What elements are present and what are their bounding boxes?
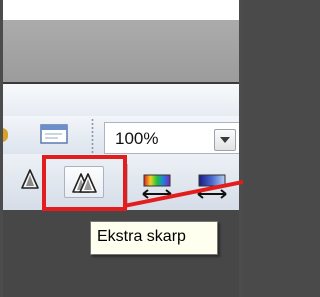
app-window: 100% Ekstra skarp bbox=[0, 0, 243, 297]
tooltip-text: Ekstra skarp bbox=[97, 228, 186, 245]
tooltip: Ekstra skarp bbox=[90, 221, 218, 255]
